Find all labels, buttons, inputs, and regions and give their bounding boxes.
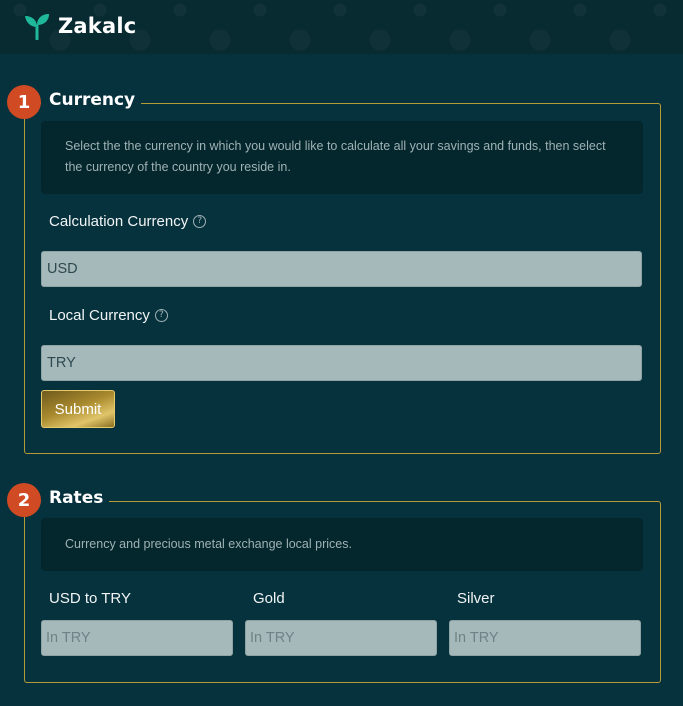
rates-section-title: Rates [41,488,110,508]
gold-input[interactable]: In TRY [245,620,437,656]
currency-description: Select the the currency in which you wou… [41,121,643,194]
calculation-currency-value: USD [47,261,78,277]
calculation-currency-label-text: Calculation Currency [49,213,189,230]
calculation-currency-select[interactable]: USD [41,251,642,287]
gold-placeholder: In TRY [250,630,295,646]
rates-description: Currency and precious metal exchange loc… [41,518,643,571]
silver-label: Silver [457,590,495,607]
local-currency-value: TRY [47,355,76,371]
submit-button[interactable]: Submit [41,390,115,428]
silver-placeholder: In TRY [454,630,499,646]
question-circle-icon[interactable]: ? [193,215,207,228]
brand[interactable]: Zakalc [22,12,136,40]
currency-section-title: Currency [41,90,142,110]
sprout-icon [25,14,49,40]
silver-input[interactable]: In TRY [449,620,641,656]
local-currency-label: Local Currency ? [49,307,168,324]
usd-to-try-input[interactable]: In TRY [41,620,233,656]
gold-label: Gold [253,590,285,607]
top-header: Zakalc [0,0,683,54]
calculation-currency-label: Calculation Currency ? [49,213,207,230]
step-badge-1: 1 [7,85,41,119]
local-currency-select[interactable]: TRY [41,345,642,381]
usd-to-try-label: USD to TRY [49,590,131,607]
step-badge-2: 2 [7,483,41,517]
usd-to-try-placeholder: In TRY [46,630,91,646]
local-currency-label-text: Local Currency [49,307,150,324]
question-circle-icon[interactable]: ? [154,309,168,322]
app-name: Zakalc [58,14,137,38]
